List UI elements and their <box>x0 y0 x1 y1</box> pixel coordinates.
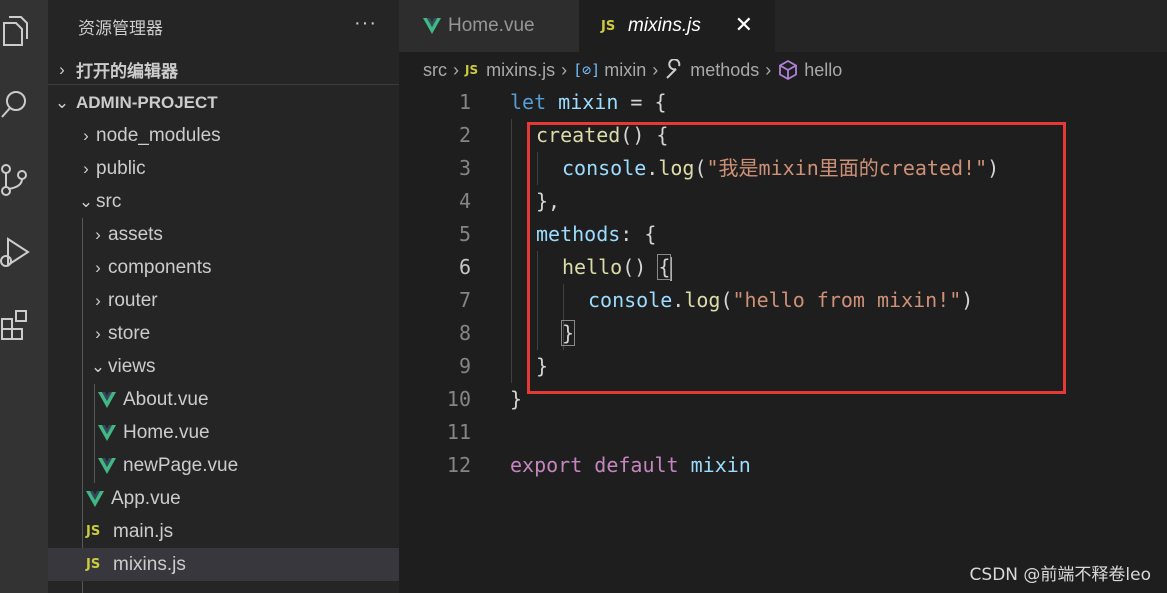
line-number: 9 <box>458 354 471 378</box>
tree-item-label: node_modules <box>96 124 221 146</box>
tree-item-label: newPage.vue <box>123 454 239 476</box>
chevron-right-icon: › <box>95 257 101 277</box>
line-number: 5 <box>458 222 471 246</box>
tab-label: Home.vue <box>448 15 535 36</box>
chevron-right-icon: › <box>561 59 568 80</box>
chevron-right-icon: › <box>95 323 101 343</box>
run-debug-icon[interactable] <box>0 232 30 272</box>
line-number: 1 <box>458 90 471 114</box>
line-number: 8 <box>458 321 471 345</box>
chevron-right-icon: › <box>59 59 65 79</box>
tree-item-label: views <box>108 355 156 377</box>
tab-label: mixins.js <box>628 15 701 36</box>
js-file-icon: JS <box>465 63 479 77</box>
line-number: 3 <box>458 156 471 180</box>
chevron-right-icon: › <box>765 59 772 80</box>
chevron-down-icon: ⌄ <box>54 92 70 112</box>
tree-item-label: About.vue <box>123 388 209 410</box>
explorer-sidebar: 资源管理器 ··· › 打开的编辑器 ⌄ ADMIN-PROJECT › nod… <box>48 0 399 593</box>
open-editors-label: 打开的编辑器 <box>76 62 178 81</box>
close-icon[interactable]: ✕ <box>735 12 753 38</box>
tree-item-label: assets <box>108 223 163 245</box>
line-number: 2 <box>458 123 471 147</box>
tree-folder-router[interactable]: › router <box>48 284 399 317</box>
search-icon[interactable] <box>0 84 30 124</box>
breadcrumb: src › JS mixins.js › [⊘] mixin › methods… <box>399 52 1167 88</box>
code-line-1: let mixin = { <box>510 90 667 114</box>
breadcrumb-item-src[interactable]: src <box>423 60 447 81</box>
tree-item-label: store <box>108 322 151 344</box>
tree-folder-node-modules[interactable]: › node_modules <box>48 119 399 152</box>
tree-file-newpage-vue[interactable]: newPage.vue <box>48 449 399 482</box>
divider <box>48 84 399 85</box>
tree-file-about-vue[interactable]: About.vue <box>48 383 399 416</box>
source-control-icon[interactable] <box>0 160 30 200</box>
tree-folder-src[interactable]: ⌄ src <box>48 185 399 218</box>
watermark: CSDN @前端不释卷leo <box>969 565 1151 585</box>
js-file-icon: JS <box>86 524 101 539</box>
tree-item-label: src <box>96 190 122 212</box>
breadcrumb-item-mixin[interactable]: mixin <box>604 60 646 81</box>
chevron-down-icon: ⌄ <box>78 191 94 211</box>
line-number: 12 <box>446 453 471 477</box>
chevron-right-icon: › <box>83 158 89 178</box>
tree-file-home-vue[interactable]: Home.vue <box>48 416 399 449</box>
js-file-icon: JS <box>86 557 101 572</box>
tree-item-label: router <box>108 289 158 311</box>
line-number: 7 <box>458 288 471 312</box>
explorer-icon[interactable] <box>0 12 30 52</box>
tab-mixins-js[interactable]: JS mixins.js ✕ <box>579 0 775 52</box>
extensions-icon[interactable] <box>0 304 30 344</box>
code-line-12: export default mixin <box>510 453 751 477</box>
tab-home-vue[interactable]: Home.vue <box>399 0 579 52</box>
chevron-right-icon: › <box>652 59 659 80</box>
editor-tab-bar: Home.vue JS mixins.js ✕ <box>399 0 1167 52</box>
line-number-active: 6 <box>458 255 471 279</box>
project-section[interactable]: ⌄ ADMIN-PROJECT <box>48 86 399 119</box>
vue-file-icon <box>98 457 116 474</box>
wrench-icon <box>666 59 681 79</box>
breadcrumb-item-methods[interactable]: methods <box>690 60 759 81</box>
method-cube-icon <box>779 59 798 81</box>
activity-bar <box>0 0 48 593</box>
vue-file-icon <box>98 424 116 441</box>
explorer-title: 资源管理器 <box>78 18 163 38</box>
variable-icon: [⊘] <box>573 61 601 79</box>
code-line-10: } <box>510 387 523 411</box>
tree-folder-components[interactable]: › components <box>48 251 399 284</box>
chevron-right-icon: › <box>83 125 89 145</box>
chevron-right-icon: › <box>453 59 459 80</box>
line-number: 11 <box>446 420 471 444</box>
tree-file-app-vue[interactable]: App.vue <box>48 482 399 515</box>
tree-item-label: App.vue <box>111 487 181 509</box>
breadcrumb-item-hello[interactable]: hello <box>804 60 842 81</box>
breadcrumb-item-file[interactable]: mixins.js <box>486 60 555 81</box>
vue-file-icon <box>86 490 104 507</box>
indent-guide <box>511 119 512 383</box>
tree-file-main-js[interactable]: JS main.js <box>48 515 399 548</box>
chevron-right-icon: › <box>95 290 101 310</box>
tree-folder-assets[interactable]: › assets <box>48 218 399 251</box>
line-number: 4 <box>458 189 471 213</box>
chevron-right-icon: › <box>95 224 101 244</box>
tree-item-label: mixins.js <box>113 553 186 575</box>
open-editors-section[interactable]: › 打开的编辑器 <box>48 53 399 86</box>
tree-folder-store[interactable]: › store <box>48 317 399 350</box>
tree-folder-public[interactable]: › public <box>48 152 399 185</box>
tree-file-mixins-js[interactable]: JS mixins.js <box>48 548 399 581</box>
tree-item-label: public <box>96 157 146 179</box>
tree-folder-views[interactable]: ⌄ views <box>48 350 399 383</box>
js-file-icon: JS <box>601 18 616 34</box>
tree-item-label: components <box>108 256 212 278</box>
tree-item-label: main.js <box>113 520 174 542</box>
chevron-down-icon: ⌄ <box>90 356 106 376</box>
vue-file-icon <box>423 18 441 34</box>
project-label: ADMIN-PROJECT <box>76 92 218 112</box>
tree-item-label: Home.vue <box>123 421 210 443</box>
highlight-box <box>527 122 1066 394</box>
more-actions-icon[interactable]: ··· <box>354 12 377 35</box>
vue-file-icon <box>98 391 116 408</box>
line-number: 10 <box>446 387 471 411</box>
